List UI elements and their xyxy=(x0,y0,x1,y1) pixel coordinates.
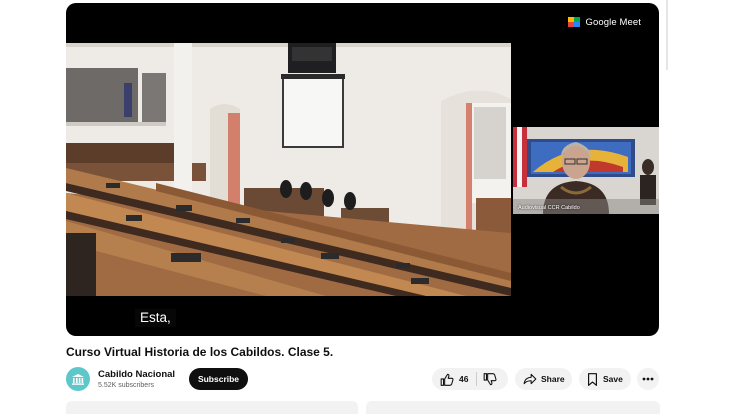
page-edge-divider xyxy=(666,0,668,70)
presenter-image xyxy=(513,127,659,214)
thumbs-up-icon xyxy=(440,373,454,386)
channel-avatar[interactable] xyxy=(66,367,90,391)
council-chamber-image xyxy=(66,43,511,296)
like-count: 46 xyxy=(459,374,469,384)
subscribe-button[interactable]: Subscribe xyxy=(189,368,248,390)
meeting-room-video xyxy=(66,43,511,296)
video-caption: Esta, xyxy=(135,309,176,327)
dislike-button[interactable] xyxy=(477,368,503,390)
google-meet-badge: Google Meet xyxy=(567,17,642,28)
thumbs-down-icon xyxy=(484,372,497,385)
video-title: Curso Virtual Historia de los Cabildos. … xyxy=(66,345,334,359)
share-label: Share xyxy=(541,374,565,384)
building-icon xyxy=(72,374,84,385)
description-card-left[interactable] xyxy=(66,401,358,414)
share-icon xyxy=(523,373,537,385)
more-horizontal-icon xyxy=(642,377,654,381)
more-actions-button[interactable] xyxy=(637,368,659,390)
channel-row: Cabildo Nacional 5.52K subscribers Subsc… xyxy=(66,367,660,393)
share-button[interactable]: Share xyxy=(515,368,572,390)
channel-name[interactable]: Cabildo Nacional xyxy=(98,369,175,380)
presenter-video-tile[interactable]: Audiovisual CCR Cabildo xyxy=(513,127,659,214)
save-button[interactable]: Save xyxy=(579,368,631,390)
presenter-name-label: Audiovisual CCR Cabildo xyxy=(518,205,580,211)
google-meet-icon xyxy=(567,17,581,28)
google-meet-label: Google Meet xyxy=(585,17,641,28)
save-label: Save xyxy=(603,374,623,384)
like-button[interactable]: 46 xyxy=(432,368,476,390)
description-card-right[interactable] xyxy=(366,401,660,414)
subscriber-count: 5.52K subscribers xyxy=(98,382,155,389)
like-dislike-group: 46 xyxy=(432,368,508,390)
video-player[interactable]: Google Meet Audiovisual CCR Cabildo xyxy=(66,3,659,336)
bookmark-icon xyxy=(588,372,597,386)
